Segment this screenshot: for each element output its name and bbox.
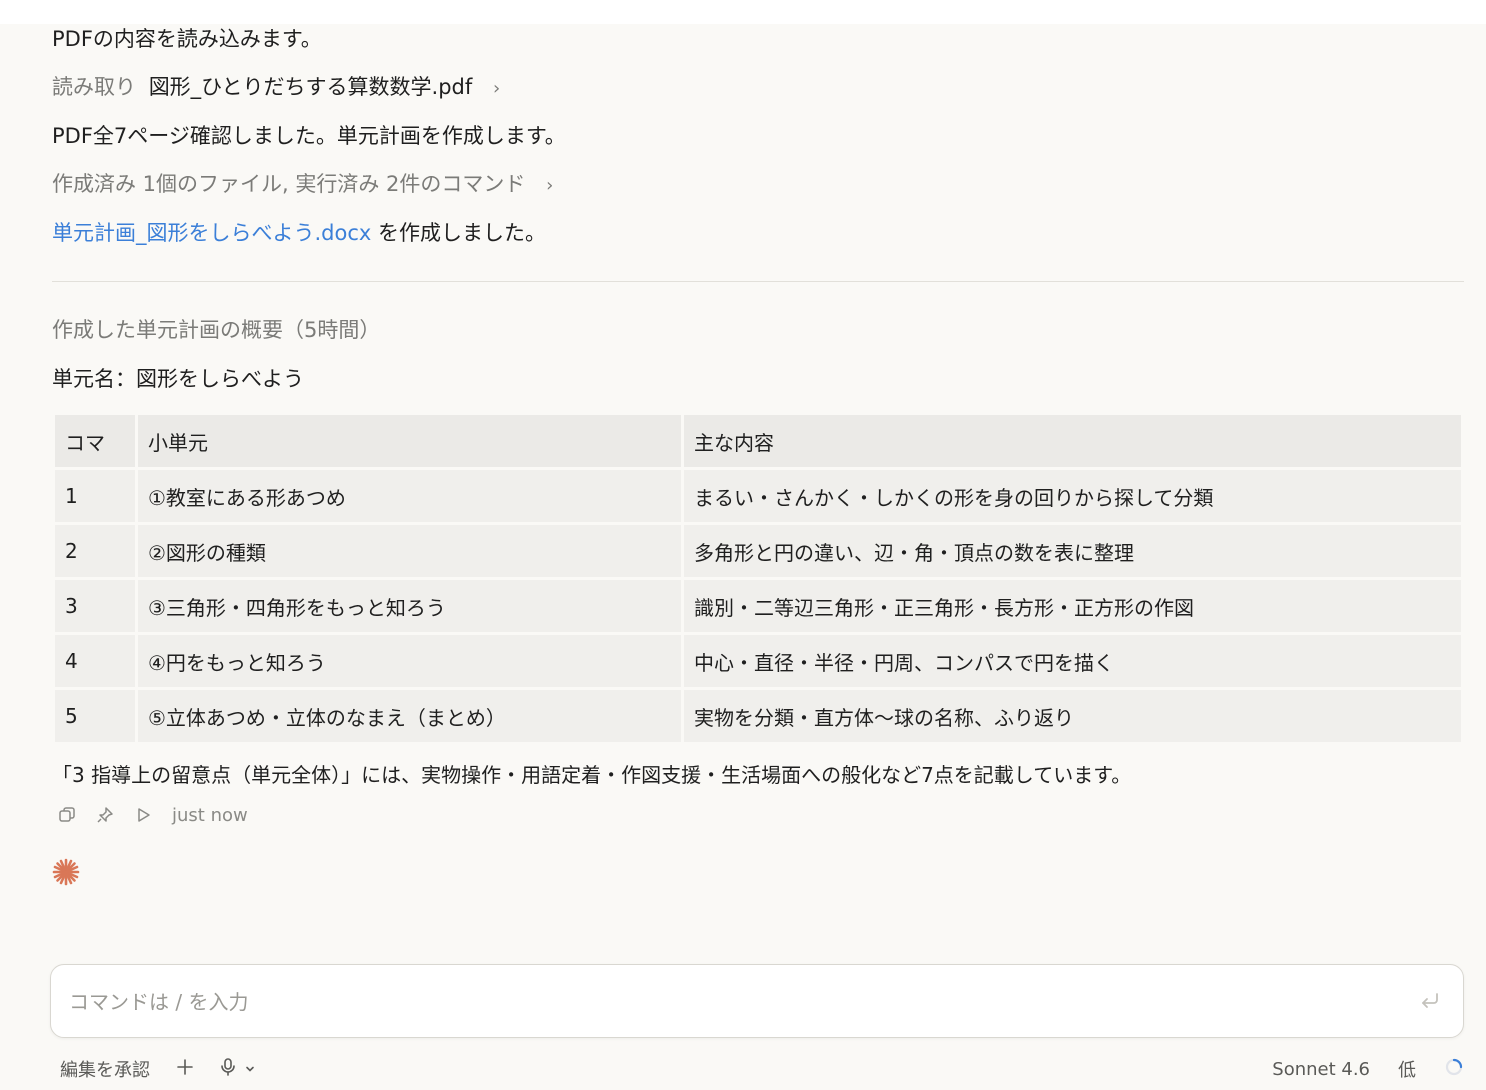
table-cell: 中心・直径・半径・円周、コンパスで円を描く [684,635,1461,687]
table-cell: 3 [55,580,135,632]
table-cell: 2 [55,525,135,577]
chevron-down-icon [244,1059,256,1080]
message-timestamp: just now [172,804,248,826]
table-cell: 1 [55,470,135,522]
table-header-cell: 小単元 [138,415,681,467]
activity-summary-text: 作成済み 1個のファイル, 実行済み 2件のコマンド [52,172,526,196]
summary-note: 「3 指導上の留意点（単元全体）」には、実物操作・用語定着・作図支援・生活場面へ… [52,763,1132,787]
table-cell: ⑤立体あつめ・立体のなまえ（まとめ） [138,690,681,742]
table-cell: 実物を分類・直方体〜球の名称、ふり返り [684,690,1461,742]
table-cell: ④円をもっと知ろう [138,635,681,687]
microphone-button[interactable] [220,1057,256,1081]
approve-edits-button[interactable]: 編集を承認 [60,1056,150,1082]
tool-read-row[interactable]: 読み取り 図形_ひとりだちする算数数学.pdf › [52,72,500,104]
bottom-toolbar: 編集を承認 Sonnet 4.6 低 [60,1052,1464,1084]
table-header-row: コマ 小単元 主な内容 [55,415,1461,467]
tool-read-label: 読み取り [52,75,136,99]
created-file-row: 単元計画_図形をしらべよう.docx を作成しました。 [52,218,546,248]
enter-icon[interactable] [1419,989,1441,1015]
table-header-cell: 主な内容 [684,415,1461,467]
pin-icon[interactable] [96,806,114,824]
table-cell: まるい・さんかく・しかくの形を身の回りから探して分類 [684,470,1461,522]
effort-selector[interactable]: 低 [1398,1056,1416,1082]
model-selector[interactable]: Sonnet 4.6 [1272,1059,1370,1080]
table-cell: 5 [55,690,135,742]
table-row: 3 ③三角形・四角形をもっと知ろう 識別・二等辺三角形・正三角形・長方形・正方形… [55,580,1461,632]
copy-icon[interactable] [58,806,76,824]
chevron-right-icon: › [492,78,501,99]
table-cell: ③三角形・四角形をもっと知ろう [138,580,681,632]
unit-name: 単元名：図形をしらべよう [52,367,304,391]
message-actions: just now [52,802,248,828]
table-cell: 識別・二等辺三角形・正三角形・長方形・正方形の作図 [684,580,1461,632]
section-divider [52,281,1464,282]
command-input-box [50,964,1464,1038]
table-row: 1 ①教室にある形あつめ まるい・さんかく・しかくの形を身の回りから探して分類 [55,470,1461,522]
status-message-confirmed: PDF全7ページ確認しました。単元計画を作成します。 [52,124,566,148]
table-cell: ①教室にある形あつめ [138,470,681,522]
spark-icon [52,858,80,890]
chevron-right-icon: › [546,175,554,196]
created-file-link[interactable]: 単元計画_図形をしらべよう.docx [52,221,371,245]
status-message-read: PDFの内容を読み込みます。 [52,27,322,51]
unit-plan-table: コマ 小単元 主な内容 1 ①教室にある形あつめ まるい・さんかく・しかくの形を… [52,412,1464,745]
loading-spinner-icon [1444,1057,1464,1082]
command-input[interactable] [67,983,1371,1021]
top-bar [0,0,1486,24]
table-cell: ②図形の種類 [138,525,681,577]
created-file-suffix: を作成しました。 [371,221,547,245]
table-row: 2 ②図形の種類 多角形と円の違い、辺・角・頂点の数を表に整理 [55,525,1461,577]
play-icon[interactable] [134,806,152,824]
table-cell: 4 [55,635,135,687]
tool-read-filename: 図形_ひとりだちする算数数学.pdf [148,75,473,99]
summary-heading: 作成した単元計画の概要（5時間） [52,318,381,342]
table-row: 5 ⑤立体あつめ・立体のなまえ（まとめ） 実物を分類・直方体〜球の名称、ふり返り [55,690,1461,742]
table-header-cell: コマ [55,415,135,467]
plus-icon[interactable] [176,1058,194,1081]
activity-summary-row[interactable]: 作成済み 1個のファイル, 実行済み 2件のコマンド › [52,169,553,201]
table-row: 4 ④円をもっと知ろう 中心・直径・半径・円周、コンパスで円を描く [55,635,1461,687]
table-cell: 多角形と円の違い、辺・角・頂点の数を表に整理 [684,525,1461,577]
microphone-icon [220,1057,236,1081]
